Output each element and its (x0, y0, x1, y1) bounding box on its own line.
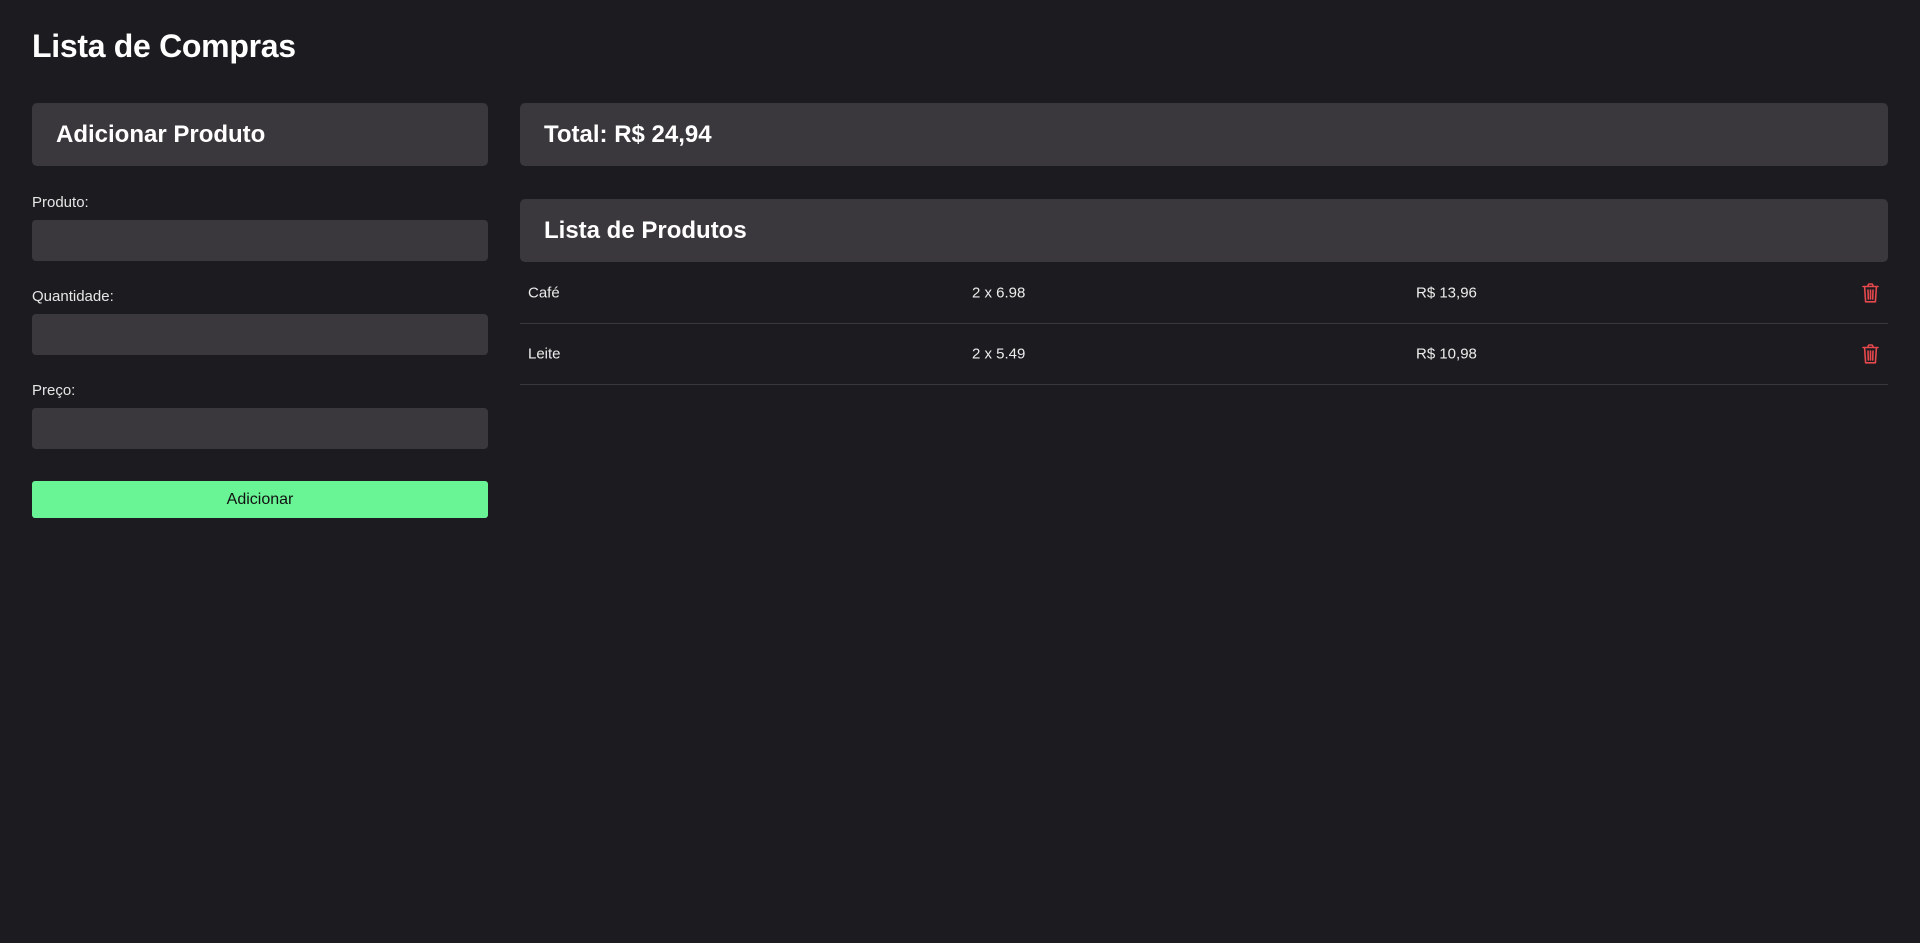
add-product-title: Adicionar Produto (56, 120, 266, 148)
add-product-panel: Adicionar Produto Produto: Quantidade: P… (32, 103, 488, 518)
product-name: Leite (528, 345, 561, 363)
product-input[interactable] (32, 220, 488, 261)
list-item: Café 2 x 6.98 R$ 13,96 (520, 263, 1888, 324)
page-title: Lista de Compras (32, 28, 296, 64)
product-list-title: Lista de Produtos (544, 216, 747, 244)
trash-icon (1861, 283, 1879, 303)
trash-icon (1861, 344, 1879, 364)
product-total: R$ 10,98 (1416, 345, 1477, 363)
product-list: Café 2 x 6.98 R$ 13,96 Leite 2 x 5.49 R$… (520, 263, 1888, 385)
delete-button[interactable] (1858, 281, 1882, 305)
delete-button[interactable] (1858, 342, 1882, 366)
product-list-header: Lista de Produtos (520, 199, 1888, 262)
quantity-input[interactable] (32, 314, 488, 355)
product-name: Café (528, 284, 560, 302)
app-root: Lista de Compras Adicionar Produto Produ… (0, 0, 1920, 943)
add-button[interactable]: Adicionar (32, 481, 488, 518)
product-quantity-price: 2 x 5.49 (972, 345, 1026, 363)
product-label: Produto: (32, 194, 89, 211)
price-input[interactable] (32, 408, 488, 449)
total-label: Total: R$ 24,94 (544, 120, 712, 148)
price-label: Preço: (32, 382, 76, 399)
product-quantity-price: 2 x 6.98 (972, 284, 1026, 302)
list-item: Leite 2 x 5.49 R$ 10,98 (520, 324, 1888, 385)
list-panel: Total: R$ 24,94 Lista de Produtos Café 2… (520, 103, 1888, 385)
add-product-header: Adicionar Produto (32, 103, 488, 166)
total-header: Total: R$ 24,94 (520, 103, 1888, 166)
product-total: R$ 13,96 (1416, 284, 1477, 302)
quantity-label: Quantidade: (32, 288, 114, 305)
